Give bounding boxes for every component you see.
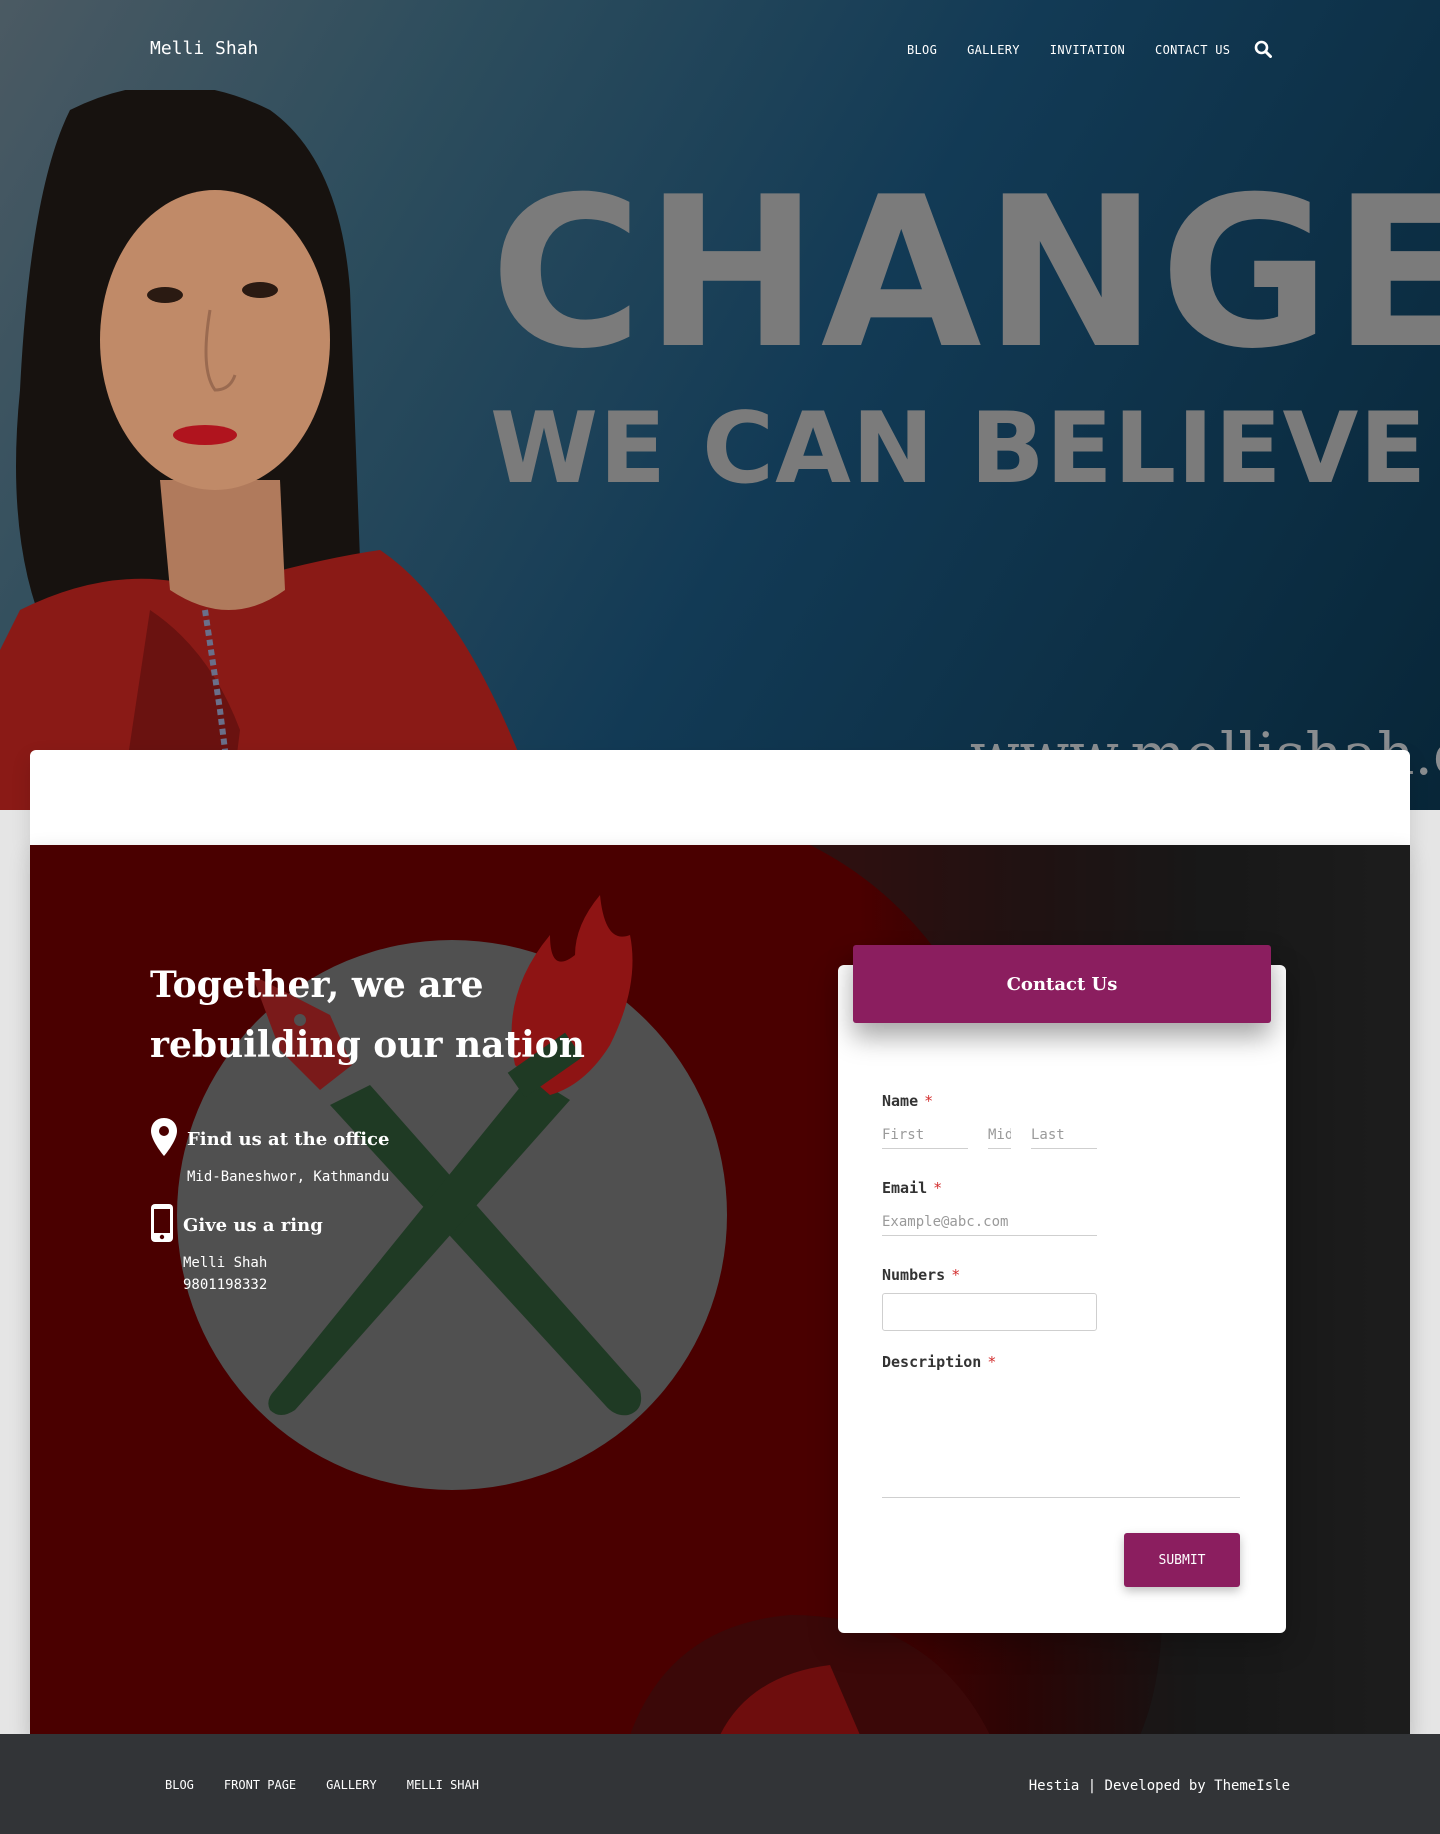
name-last-input[interactable] (1031, 1121, 1097, 1149)
numbers-label-text: Numbers (882, 1266, 946, 1284)
footer-link-front-page[interactable]: FRONT PAGE (209, 1778, 311, 1792)
footer: BLOG FRONT PAGE GALLERY MELLI SHAH Hesti… (0, 1734, 1440, 1834)
phone-info: Give us a ring Melli Shah 9801198332 (150, 1203, 450, 1303)
footer-link-gallery[interactable]: GALLERY (311, 1778, 392, 1792)
footer-copyright: Hestia | Developed by ThemeIsle (1028, 1778, 1290, 1794)
office-info: Find us at the office Mid-Baneshwor, Kat… (150, 1117, 450, 1197)
contact-form-header: Contact Us (853, 945, 1271, 1023)
office-title: Find us at the office (187, 1129, 390, 1150)
navbar: Melli Shah BLOG GALLERY INVITATION CONTA… (0, 0, 1440, 100)
numbers-input[interactable] (882, 1293, 1097, 1331)
nav-item-invitation[interactable]: INVITATION (1050, 43, 1125, 57)
office-address: Mid-Baneshwor, Kathmandu (187, 1169, 390, 1185)
footer-link-melli-shah[interactable]: MELLI SHAH (392, 1778, 494, 1792)
footer-link-blog[interactable]: BLOG (150, 1778, 209, 1792)
description-textarea[interactable] (882, 1383, 1240, 1498)
name-middle-input[interactable] (988, 1121, 1011, 1149)
brand-logo-link[interactable]: Melli Shah (150, 38, 258, 59)
phone-number[interactable]: 9801198332 (183, 1274, 267, 1296)
main-nav: BLOG GALLERY INVITATION CONTACT US (907, 43, 1260, 57)
hero-headline-line-2: WE CAN BELIEVE IN (490, 392, 1440, 506)
nav-item-contact-us[interactable]: CONTACT US (1155, 43, 1230, 57)
name-required-mark: * (924, 1092, 934, 1110)
footer-nav: BLOG FRONT PAGE GALLERY MELLI SHAH (150, 1778, 494, 1792)
mobile-phone-icon (151, 1204, 173, 1242)
name-first-input[interactable] (882, 1121, 968, 1149)
email-required-mark: * (933, 1179, 943, 1197)
hero-section: CHANGE WE CAN BELIEVE IN www.mellishah.c… (0, 0, 1440, 810)
email-label: Email * (882, 1179, 942, 1197)
map-marker-icon (151, 1118, 177, 1156)
hero-portrait-image (0, 90, 540, 810)
description-label: Description * (882, 1353, 996, 1371)
search-icon[interactable] (1254, 40, 1272, 58)
numbers-label: Numbers * (882, 1266, 960, 1284)
content-card-top (30, 750, 1410, 845)
nav-item-gallery[interactable]: GALLERY (967, 43, 1020, 57)
numbers-required-mark: * (951, 1266, 961, 1284)
phone-contact-name: Melli Shah (183, 1255, 268, 1271)
submit-button[interactable]: SUBMIT (1124, 1533, 1240, 1587)
phone-title: Give us a ring (183, 1215, 323, 1236)
description-label-text: Description (882, 1353, 982, 1371)
name-label-text: Name (882, 1092, 919, 1110)
hero-headline: CHANGE WE CAN BELIEVE IN (490, 170, 1440, 498)
contact-section-title: Together, we are rebuilding our nation (150, 964, 585, 1066)
email-label-text: Email (882, 1179, 928, 1197)
description-required-mark: * (987, 1353, 997, 1371)
contact-section: Together, we are rebuilding our nation F… (30, 845, 1410, 1735)
name-label: Name * (882, 1092, 933, 1110)
hero-headline-line-1: CHANGE (490, 153, 1440, 395)
email-input[interactable] (882, 1208, 1097, 1236)
nav-item-blog[interactable]: BLOG (907, 43, 937, 57)
